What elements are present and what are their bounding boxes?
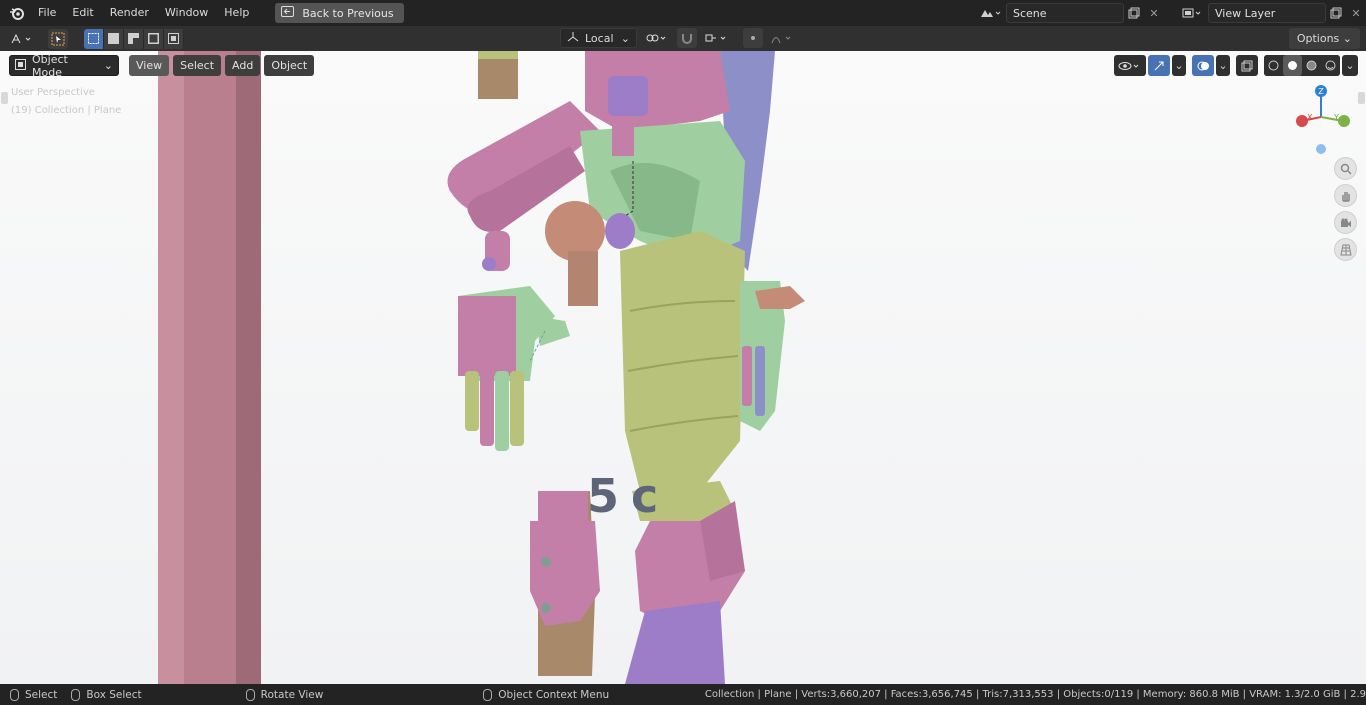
gizmo-toggle-icon[interactable] <box>1148 55 1170 76</box>
options-dropdown[interactable]: Options ⌄ <box>1288 28 1360 49</box>
menu-render[interactable]: Render <box>102 2 157 24</box>
select-invert-icon[interactable] <box>144 28 164 49</box>
mouse-middle-icon <box>245 688 255 701</box>
gizmo-y-axis[interactable] <box>1338 115 1350 127</box>
object-mode-label: Object Mode <box>32 52 68 79</box>
transform-orientation-value: Local <box>585 31 614 45</box>
sidebar-expand-handle[interactable] <box>1358 92 1365 104</box>
delete-view-layer-icon[interactable]: ✕ <box>1346 3 1366 23</box>
proportional-editing-icon[interactable] <box>743 28 763 48</box>
menu-help[interactable]: Help <box>216 2 257 24</box>
viewport-menu-object[interactable]: Object <box>264 55 315 76</box>
material-shading-icon[interactable] <box>1302 55 1321 76</box>
camera-view-icon[interactable] <box>1334 211 1357 234</box>
back-arrow-icon <box>281 6 295 20</box>
options-label: Options <box>1296 32 1340 45</box>
chevron-down-icon: ⌄ <box>103 59 113 72</box>
selection-mode-group <box>84 28 184 49</box>
select-subtract-icon[interactable] <box>124 28 144 49</box>
chevron-down-icon: ⌄ <box>620 31 630 45</box>
status-box-select: Box Select <box>71 688 142 701</box>
solid-shading-icon[interactable] <box>1283 55 1302 76</box>
status-rotate-view: Rotate View <box>245 688 324 701</box>
zoom-view-icon[interactable] <box>1334 157 1357 180</box>
view-layer-selector-icon[interactable] <box>1176 3 1208 23</box>
object-mode-icon <box>15 58 26 73</box>
scene-name: Scene <box>1013 6 1047 20</box>
perspective-toggle-grid-icon[interactable] <box>1334 238 1357 261</box>
object-mode-dropdown[interactable]: Object Mode ⌄ <box>9 52 119 79</box>
status-select: Select <box>10 688 58 701</box>
chevron-down-icon[interactable]: ⌄ <box>1342 55 1358 76</box>
mouse-left-icon <box>10 688 19 701</box>
wireframe-shading-icon[interactable] <box>1264 55 1283 76</box>
xray-toggle-icon[interactable] <box>1236 55 1258 76</box>
select-extend-icon[interactable] <box>104 28 124 49</box>
navigation-gizmo[interactable]: Z X Y <box>1288 81 1352 157</box>
status-rotate-view-label: Rotate View <box>260 688 324 701</box>
status-select-label: Select <box>25 688 58 701</box>
toolbar-expand-handle[interactable] <box>1 92 8 104</box>
scene-statistics: Collection | Plane | Verts:3,660,207 | F… <box>704 689 1366 700</box>
back-to-previous-button[interactable]: Back to Previous <box>275 3 404 23</box>
delete-scene-icon[interactable]: ✕ <box>1144 3 1164 23</box>
proportional-falloff-icon[interactable] <box>769 28 797 48</box>
top-menu-bar: File Edit Render Window Help Back to Pre… <box>0 0 1366 26</box>
tool-header: Local ⌄ Options ⌄ <box>0 26 1366 51</box>
editor-type-icon[interactable] <box>8 29 38 49</box>
status-context-menu: Object Context Menu <box>483 688 610 701</box>
orientation-icon <box>567 31 579 45</box>
gizmo-z-label: Z <box>1318 87 1324 96</box>
viewport-header: Object Mode ⌄ View Select Add Object <box>9 52 315 79</box>
menu-file[interactable]: File <box>30 2 64 24</box>
mouse-right-icon <box>483 688 493 701</box>
scene-name-field[interactable]: Scene <box>1006 3 1124 23</box>
status-box-select-label: Box Select <box>86 688 142 701</box>
chevron-down-icon[interactable]: ⌄ <box>1172 55 1186 76</box>
gizmo-neg-z-axis[interactable] <box>1316 144 1326 154</box>
menu-edit[interactable]: Edit <box>64 2 101 24</box>
overlays-toggle-icon[interactable] <box>1192 55 1214 76</box>
left-fingers-object[interactable] <box>465 371 524 451</box>
viewport-menu-view[interactable]: View <box>129 55 170 76</box>
gizmo-y-label: Y <box>1333 113 1339 122</box>
status-bar: Select Box Select Rotate View Object Con… <box>0 684 1366 705</box>
perspective-label: User Perspective <box>11 87 95 98</box>
pan-view-hand-icon[interactable] <box>1334 184 1357 207</box>
scene-text-object[interactable]: 5 c <box>587 469 658 523</box>
scene-selector-icon[interactable] <box>974 3 1006 23</box>
select-new-icon[interactable] <box>84 28 104 49</box>
new-scene-icon[interactable] <box>1124 3 1144 23</box>
viewport-menu-add[interactable]: Add <box>225 55 261 76</box>
select-tool-icon[interactable] <box>48 28 68 49</box>
snap-target-icon[interactable] <box>703 28 731 48</box>
snap-toggle-icon[interactable] <box>677 28 697 48</box>
pivot-point-icon[interactable] <box>643 28 671 48</box>
blender-logo-icon[interactable] <box>4 0 30 26</box>
3d-viewport[interactable]: 5 c Object Mode ⌄ View Select Add Object… <box>0 51 1366 684</box>
chevron-down-icon[interactable]: ⌄ <box>1216 55 1230 76</box>
new-view-layer-icon[interactable] <box>1326 3 1346 23</box>
menu-window[interactable]: Window <box>157 2 216 24</box>
mouse-drag-icon <box>71 688 81 701</box>
back-to-previous-label: Back to Previous <box>302 6 394 20</box>
transform-orientation-dropdown[interactable]: Local ⌄ <box>560 28 637 48</box>
status-context-menu-label: Object Context Menu <box>498 688 610 701</box>
rendered-shading-icon[interactable] <box>1321 55 1340 76</box>
select-intersect-icon[interactable] <box>164 28 184 49</box>
view-layer-name-field[interactable]: View Layer <box>1208 3 1326 23</box>
shading-mode-group <box>1264 55 1340 76</box>
view-layer-name: View Layer <box>1215 6 1276 20</box>
gizmo-x-label: X <box>1307 113 1313 122</box>
viewport-scene[interactable] <box>0 51 1366 684</box>
viewport-shading-bar: ⌄ ⌄ ⌄ <box>1114 55 1358 76</box>
visibility-eye-icon[interactable] <box>1114 55 1146 76</box>
collection-label: (19) Collection | Plane <box>11 105 122 116</box>
thigh-object[interactable] <box>620 231 745 491</box>
torso-object[interactable] <box>585 51 730 131</box>
viewport-menu-select[interactable]: Select <box>173 55 222 76</box>
shin-object[interactable] <box>625 601 725 684</box>
chevron-down-icon: ⌄ <box>1342 32 1352 45</box>
